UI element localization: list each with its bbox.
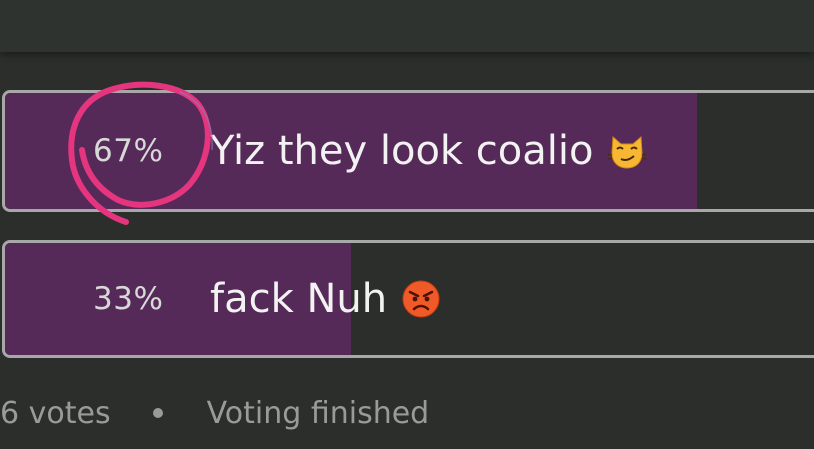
poll-footer: 6 votes Voting finished bbox=[0, 390, 429, 436]
smirking-cat-icon bbox=[608, 135, 647, 169]
poll-option-1-label-wrap: Yiz they look coalio bbox=[210, 93, 647, 209]
poll-option-1-label: Yiz they look coalio bbox=[210, 128, 594, 174]
vote-count: 6 votes bbox=[0, 395, 111, 431]
separator-dot bbox=[152, 408, 163, 418]
poll-option-2-label-wrap: fack Nuh bbox=[210, 243, 441, 355]
poll-option-2: 33% fack Nuh bbox=[2, 240, 814, 358]
poll-option-1-percent: 67% bbox=[93, 133, 164, 169]
voting-status: Voting finished bbox=[206, 395, 430, 431]
angry-face-icon bbox=[402, 280, 440, 318]
poll-option-2-label: fack Nuh bbox=[210, 276, 388, 322]
poll-option-2-percent: 33% bbox=[93, 281, 164, 317]
poll: 67% Yiz they look coalio 33% fack Nuh 6 … bbox=[0, 0, 814, 449]
poll-option-1: 67% Yiz they look coalio bbox=[2, 90, 814, 212]
